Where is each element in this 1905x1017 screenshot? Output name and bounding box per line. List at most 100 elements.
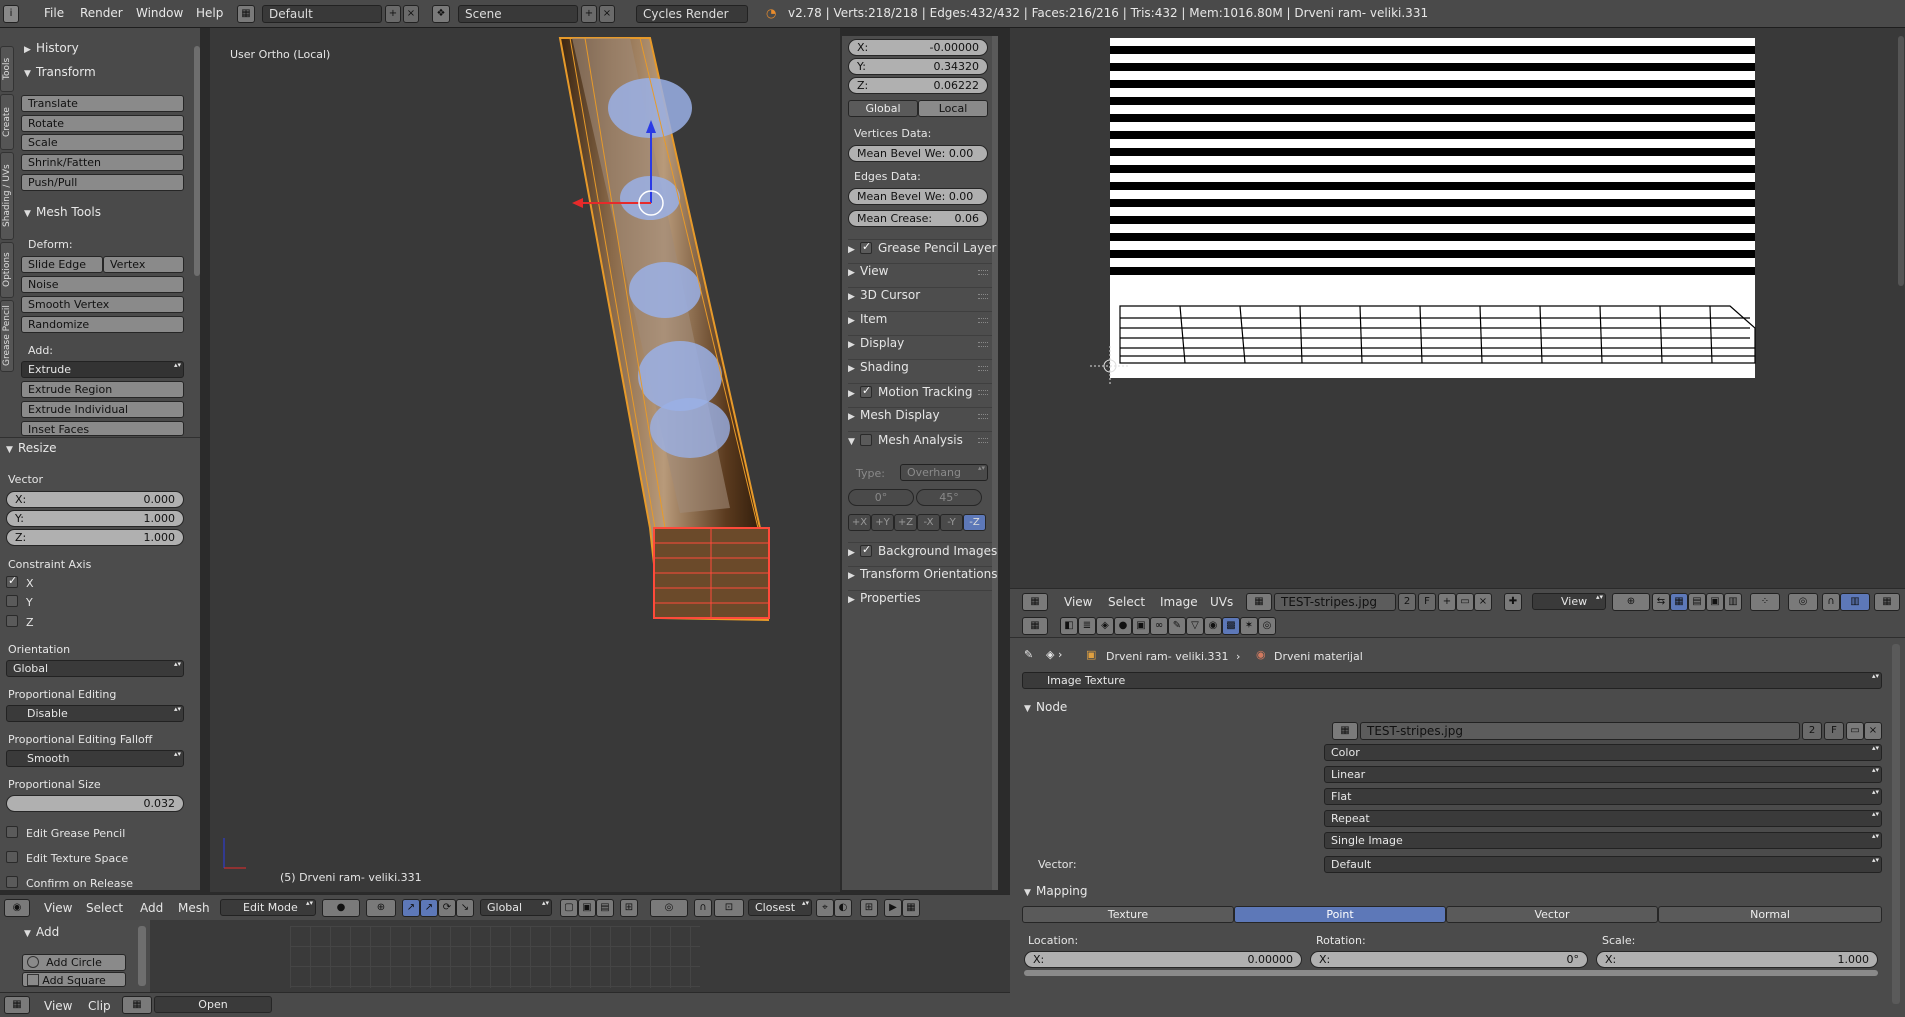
mapping-point-tab[interactable]: Point (1234, 906, 1446, 923)
noise-button[interactable]: Noise (21, 276, 184, 293)
panel-background-images[interactable]: ▶Background Images (848, 542, 997, 561)
mode-select[interactable]: Edit Mode (220, 899, 316, 916)
randomize-button[interactable]: Randomize (21, 316, 184, 333)
layout-grid-icon[interactable]: ▦ (237, 5, 255, 23)
proportional-editing-select[interactable]: Disable (6, 705, 184, 722)
node-image-unlink-icon[interactable]: × (1864, 722, 1882, 740)
sync-select-icon[interactable]: ⇆ (1652, 593, 1670, 611)
add-layout-button[interactable]: + (385, 5, 401, 23)
axis-plus-z[interactable]: +Z (894, 514, 917, 531)
physics-tab-icon[interactable]: ◎ (1258, 617, 1276, 635)
props-scrollbar[interactable] (1892, 644, 1900, 1004)
scene-select[interactable]: Scene (458, 5, 578, 23)
global-toggle[interactable]: Global (848, 100, 918, 117)
display-channels-icon[interactable]: ▥ (1840, 593, 1870, 611)
vector-input-select[interactable]: Default (1324, 856, 1882, 873)
node-image-open-icon[interactable]: ▭ (1846, 722, 1864, 740)
projection-select[interactable]: Flat (1324, 788, 1882, 805)
occlude-icon[interactable]: ⊞ (620, 899, 638, 917)
editor-type-image-icon[interactable]: ▦ (1022, 593, 1048, 611)
menu-uvs[interactable]: UVs (1210, 595, 1233, 609)
mapping-texture-tab[interactable]: Texture (1022, 906, 1234, 923)
tab-shading-uvs[interactable]: Shading / UVs (0, 152, 14, 240)
menu-add-3d[interactable]: Add (140, 901, 163, 915)
menu-view-clip[interactable]: View (44, 999, 72, 1013)
smooth-vertex-button[interactable]: Smooth Vertex (21, 296, 184, 313)
unlink-image-icon[interactable]: × (1474, 593, 1492, 611)
location-x-field[interactable]: X: 0.00000 (1024, 951, 1302, 968)
rotate-manip-icon[interactable]: ⟳ (438, 899, 456, 917)
panel-mapping-header[interactable]: ▼ Mapping (1024, 884, 1088, 898)
extension-select[interactable]: Repeat (1324, 810, 1882, 827)
info-editor-icon[interactable]: i (3, 5, 19, 23)
sticky-select-icon[interactable]: ⁘ (1750, 593, 1780, 611)
panel-mesh-tools-header[interactable]: ▼ Mesh Tools (24, 205, 101, 219)
render-tab-icon[interactable]: ◧ (1060, 617, 1078, 635)
menu-window[interactable]: Window (136, 6, 183, 20)
camera-render-icon[interactable]: ▶ (884, 899, 902, 917)
n-panel-scrollbar[interactable] (992, 36, 998, 890)
menu-view-image[interactable]: View (1064, 595, 1092, 609)
data-tab-icon[interactable]: ▽ (1186, 617, 1204, 635)
constraint-y-checkbox[interactable] (6, 595, 18, 607)
analysis-type-select[interactable]: Overhang (900, 464, 988, 481)
proportional-uv-icon[interactable]: ◎ (1788, 593, 1818, 611)
clip-shelf-scrollbar[interactable] (138, 926, 146, 986)
transform-orientation-select[interactable]: Global (480, 899, 552, 916)
mapping-vector-tab[interactable]: Vector (1446, 906, 1658, 923)
vertex-uv-icon[interactable]: ▦ (1670, 593, 1688, 611)
rotation-x-field[interactable]: X: 0° (1310, 951, 1588, 968)
vertex-select-icon[interactable]: ▣ (578, 899, 596, 917)
shrink-fatten-button[interactable]: Shrink/Fatten (21, 154, 184, 171)
translate-manip-icon[interactable]: ↗ (420, 899, 438, 917)
remove-scene-button[interactable]: × (599, 5, 615, 23)
modifiers-tab-icon[interactable]: ✎ (1168, 617, 1186, 635)
median-y-field[interactable]: Y: 0.34320 (848, 58, 988, 75)
editor-type-clip-icon[interactable]: ▦ (4, 996, 30, 1014)
new-image-icon[interactable]: + (1438, 593, 1456, 611)
push-pull-button[interactable]: Push/Pull (21, 174, 184, 191)
vector-z-field[interactable]: Z: 1.000 (6, 529, 184, 546)
menu-image[interactable]: Image (1160, 595, 1198, 609)
tab-grease-pencil[interactable]: Grease Pencil (0, 300, 14, 372)
edit-texture-space-checkbox[interactable] (6, 851, 18, 863)
scale-button[interactable]: Scale (21, 134, 184, 151)
tab-create[interactable]: Create (0, 94, 14, 150)
menu-clip[interactable]: Clip (88, 999, 111, 1013)
constraint-z-checkbox[interactable] (6, 615, 18, 627)
snap-uv-icon[interactable]: ∩ (1822, 593, 1840, 611)
snap-target-select[interactable]: Closest (748, 899, 812, 916)
pivot-icon[interactable]: ⊕ (366, 899, 396, 917)
scene-icon[interactable]: ❖ (432, 5, 450, 23)
constraints-tab-icon[interactable]: ∞ (1150, 617, 1168, 635)
menu-view-3d[interactable]: View (44, 901, 72, 915)
layout-select[interactable]: Default (262, 5, 382, 23)
panel-item[interactable]: ▶ Item (848, 311, 992, 330)
island-uv-icon[interactable]: ▥ (1724, 593, 1742, 611)
panel-history-header[interactable]: ▶ History (24, 41, 79, 55)
object-tab-icon[interactable]: ▣ (1132, 617, 1150, 635)
translate-button[interactable]: Translate (21, 95, 184, 112)
vertex-mean-bevel-field[interactable]: Mean Bevel We: 0.00 (848, 145, 988, 162)
render-icon[interactable]: ◐ (834, 899, 852, 917)
axis-plus-y[interactable]: +Y (871, 514, 894, 531)
image-extra-icon[interactable]: ▦ (1874, 593, 1900, 611)
panel-properties[interactable]: ▶ Properties (848, 590, 992, 609)
edit-grease-pencil-checkbox[interactable] (6, 826, 18, 838)
panel-mesh-display[interactable]: ▶ Mesh Display (848, 407, 992, 426)
tab-options[interactable]: Options (0, 242, 14, 298)
image-fake-user-button[interactable]: F (1418, 593, 1436, 611)
node-image-users[interactable]: 2 (1802, 722, 1822, 740)
axis-minus-z[interactable]: -Z (963, 514, 986, 531)
panel-node-header[interactable]: ▼ Node (1024, 700, 1067, 714)
panel-grease-pencil-layer[interactable]: ▶Grease Pencil Layer (848, 239, 997, 258)
tab-tools[interactable]: Tools (0, 46, 14, 92)
align-rotation-icon[interactable]: ⌖ (816, 899, 834, 917)
rotate-button[interactable]: Rotate (21, 115, 184, 132)
particles-tab-icon[interactable]: ✶ (1240, 617, 1258, 635)
confirm-on-release-checkbox[interactable] (6, 876, 18, 888)
snap-element-icon[interactable]: ⊡ (714, 899, 744, 917)
image-name-field[interactable]: TEST-stripes.jpg (1274, 593, 1396, 611)
node-image-fake[interactable]: F (1824, 722, 1844, 740)
extrude-individual-button[interactable]: Extrude Individual (21, 401, 184, 418)
